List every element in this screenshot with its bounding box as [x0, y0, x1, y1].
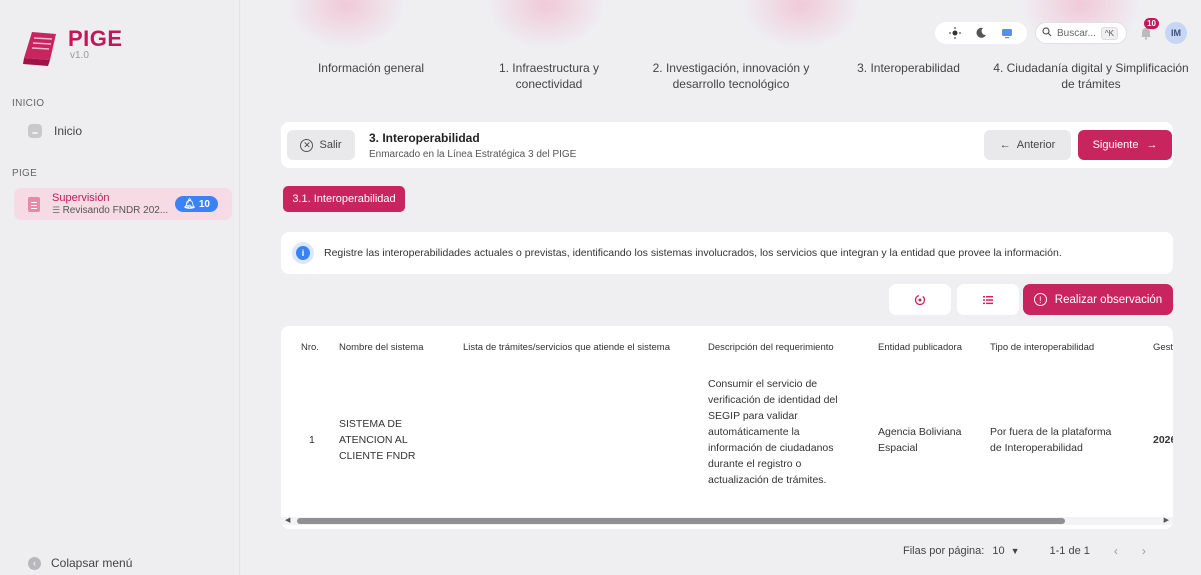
rows-per-page-select[interactable]: 10 ▼ [992, 545, 1019, 557]
top-bar: Buscar... ^K 10 IM [935, 18, 1187, 44]
history-button[interactable] [889, 284, 951, 315]
arrow-right-icon: → [1146, 139, 1158, 151]
notification-badge: 🔔︎ 10 [175, 196, 218, 212]
logo-version: v1.0 [70, 50, 89, 61]
make-observation-button[interactable]: ! Realizar observación [1023, 284, 1173, 315]
sun-icon[interactable] [949, 27, 961, 39]
horizontal-scrollbar[interactable]: ◀ ▶ [281, 517, 1173, 525]
list-view-button[interactable] [957, 284, 1019, 315]
search-input[interactable]: Buscar... ^K [1035, 22, 1127, 44]
data-table: Nro. Nombre del sistema Lista de trámite… [281, 326, 1173, 529]
logo-title: PIGE [68, 26, 123, 51]
sidebar: PIGE v1.0 INICIO Inicio PIGE Supervisión… [0, 0, 240, 575]
column-header: Nombre del sistema [339, 342, 424, 353]
search-placeholder: Buscar... [1057, 27, 1096, 39]
step-investigacion[interactable]: 2. Investigación, innovación y desarroll… [641, 60, 821, 92]
app-logo[interactable]: PIGE v1.0 [22, 28, 123, 68]
avatar[interactable]: IM [1165, 22, 1187, 44]
exit-button[interactable]: ✕ Salir [287, 130, 355, 160]
page-title: 3. Interoperabilidad [369, 131, 480, 145]
step-informacion-general[interactable]: Información general [301, 60, 441, 76]
previous-button[interactable]: ← Anterior [984, 130, 1071, 160]
moon-icon[interactable] [975, 27, 987, 39]
sidebar-item-inicio[interactable]: Inicio [28, 124, 82, 138]
search-shortcut: ^K [1100, 26, 1118, 40]
cell-nro: 1 [309, 434, 315, 446]
notification-count: 10 [1144, 18, 1159, 29]
info-text: Registre las interoperabilidades actuale… [324, 247, 1062, 259]
chevron-left-icon: ‹ [28, 556, 41, 570]
section-label-pige: PIGE [12, 168, 38, 179]
next-page-icon[interactable]: › [1142, 544, 1146, 558]
next-button[interactable]: Siguiente → [1078, 130, 1172, 160]
column-header: Gesti [1153, 342, 1173, 353]
sidebar-item-label: Supervisión [52, 191, 110, 204]
scroll-left-icon[interactable]: ◀ [285, 517, 290, 525]
column-header: Tipo de interoperabilidad [990, 342, 1095, 353]
column-header: Lista de trámites/servicios que atiende … [463, 342, 670, 353]
cell-description: Consumir el servicio de verificación de … [708, 378, 838, 486]
history-icon [914, 294, 926, 305]
sidebar-item-label: Inicio [54, 124, 83, 138]
collapse-menu-button[interactable]: ‹ Colapsar menú [28, 556, 132, 570]
section-header: ✕ Salir 3. Interoperabilidad Enmarcado e… [281, 122, 1173, 168]
step-infraestructura[interactable]: 1. Infraestructura y conectividad [479, 60, 619, 92]
list-icon: ☰ [52, 204, 63, 215]
clipboard-icon [28, 196, 40, 212]
info-icon: i [292, 242, 314, 264]
column-header: Entidad publicadora [878, 342, 962, 353]
close-circle-icon: ✕ [300, 138, 314, 152]
page-range: 1-1 de 1 [1049, 545, 1090, 557]
column-header: Descripción del requerimiento [708, 342, 834, 353]
step-ciudadania-digital[interactable]: 4. Ciudadanía digital y Simplificación d… [991, 60, 1191, 92]
prev-page-icon[interactable]: ‹ [1114, 544, 1118, 558]
notifications-button[interactable]: 10 [1135, 18, 1159, 44]
bell-icon: 🔔︎ [183, 198, 196, 210]
pagination: Filas por página: 10 ▼ 1-1 de 1 ‹ › [903, 544, 1146, 558]
decorative-glow [486, 0, 606, 50]
cell-gestion: 2026 [1153, 434, 1173, 446]
steps-nav: Información general 1. Infraestructura y… [241, 60, 1201, 96]
decorative-glow [286, 0, 406, 50]
arrow-left-icon: ← [999, 139, 1011, 151]
main-content: Buscar... ^K 10 IM Información general 1… [241, 0, 1201, 575]
scrollbar-thumb[interactable] [297, 518, 1065, 524]
alert-circle-icon: ! [1033, 293, 1047, 306]
cell-entity: Agencia Boliviana Espacial [878, 426, 962, 454]
tab-interoperabilidad[interactable]: 3.1. Interoperabilidad [283, 186, 405, 212]
book-logo-icon [23, 32, 56, 66]
collapse-menu-label: Colapsar menú [51, 556, 133, 570]
scroll-right-icon[interactable]: ▶ [1164, 517, 1169, 525]
page-subtitle: Enmarcado en la Línea Estratégica 3 del … [369, 149, 577, 160]
sidebar-item-supervision[interactable]: Supervisión ☰ Revisando FNDR 202... 🔔︎ 10 [14, 188, 232, 220]
cell-system-name: SISTEMA DE ATENCION AL CLIENTE FNDR [339, 418, 416, 462]
cell-interop-type: Por fuera de la plataforma de Interopera… [990, 426, 1112, 454]
list-icon [983, 295, 993, 304]
section-label-inicio: INICIO [12, 98, 45, 109]
column-header: Nro. [301, 342, 319, 353]
decorative-glow [741, 0, 861, 50]
info-banner: i Registre las interoperabilidades actua… [281, 232, 1173, 274]
caret-down-icon: ▼ [1010, 546, 1020, 556]
theme-switcher [935, 22, 1027, 44]
monitor-icon[interactable] [1001, 27, 1013, 39]
rows-per-page-label: Filas por página: [903, 545, 985, 557]
step-interoperabilidad[interactable]: 3. Interoperabilidad [841, 60, 976, 76]
home-icon [28, 124, 42, 138]
sidebar-item-sublabel: ☰ Revisando FNDR 202... [52, 204, 169, 216]
search-icon [1042, 26, 1052, 40]
